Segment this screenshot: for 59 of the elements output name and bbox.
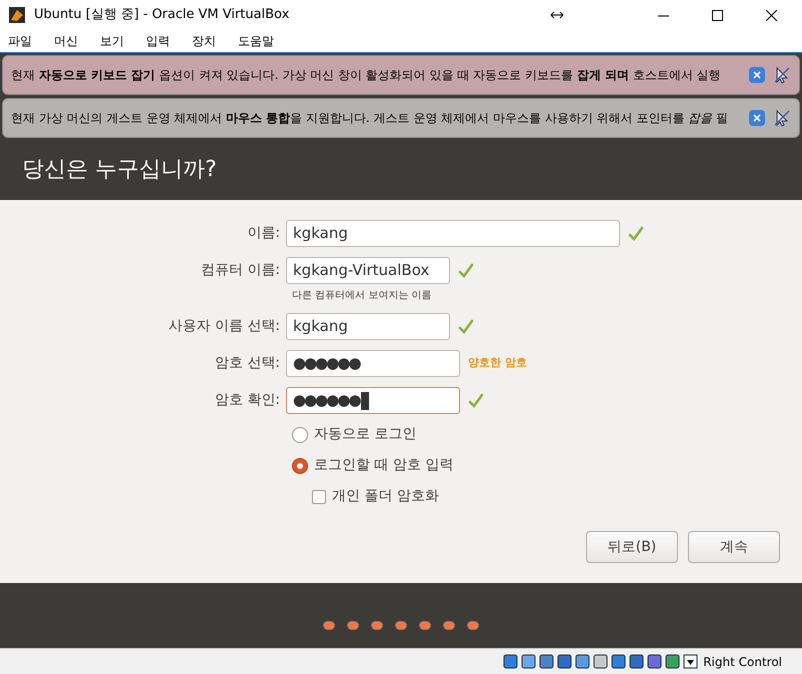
radio-option[interactable]: 자동으로 로그인 [292,424,782,445]
app-logo-icon [8,6,26,24]
mouse-pointer-icon[interactable] [773,109,791,127]
page-heading: 당신은 누구십니까? [22,156,217,184]
dialog-button[interactable]: 뒤로(B) [586,531,678,563]
device-status-icon[interactable] [521,654,536,669]
field-label: 암호 선택: [214,354,281,373]
input-field[interactable]: kgkang [286,313,450,340]
field-hint: 다른 컴퓨터에서 보여지는 이름 [292,289,433,303]
host-key-label: Right Control [703,654,782,670]
field-value: kgkang-VirtualBox [293,260,430,282]
menu-item[interactable]: 도움말 [238,32,274,50]
input-field[interactable]: ●●●●●● [286,350,460,377]
device-status-icon[interactable] [539,654,554,669]
device-status-icon[interactable] [665,654,680,669]
mouse-pointer-icon[interactable] [773,66,791,84]
password-strength: 양호한 암호 [468,355,527,372]
device-status-icon[interactable] [593,654,608,669]
field-label: 이름: [246,224,281,243]
notification-text: 현재 자동으로 키보드 잡기 옵션이 켜져 있습니다. 가상 머신 창이 활성화되어 있을 때 자동으로 키보드를 잡게 되며 호스트에서 실행 [11,67,722,84]
radio-button[interactable] [292,426,308,442]
checkmark-icon [458,262,474,278]
checkbox[interactable] [312,490,326,504]
menu-item[interactable]: 입력 [146,32,170,50]
notification-text: 현재 가상 머신의 게스트 운영 체제에서 마우스 통합을 지원합니다. 게스트 운영 체제에서 마우스를 사용하기 위해서 포인터를 잡을 필 [11,110,730,127]
resize-arrows-icon [550,10,564,20]
device-status-icon[interactable] [557,654,572,669]
checkbox-option[interactable]: 개인 폴더 암호화 [312,486,782,507]
maximize-icon [712,10,722,20]
input-field[interactable]: ●●●●●● [286,387,460,414]
field-value: ●●●●●● [293,390,360,412]
window-title: Ubuntu [실행 중] - Oracle VM VirtualBox [34,6,290,24]
close-icon [766,10,776,20]
close-icon [753,71,761,79]
field-value: kgkang [293,316,348,338]
device-status-icon[interactable] [647,654,662,669]
checkmark-icon [458,318,474,334]
checkmark-icon [628,226,644,242]
menu-item[interactable]: 보기 [100,32,124,50]
device-status-icon[interactable] [629,654,644,669]
menu-item[interactable]: 파일 [8,32,32,50]
device-status-icon[interactable] [575,654,590,669]
radio-button[interactable] [292,458,308,474]
radio-option[interactable]: 로그인할 때 암호 입력 [292,455,782,476]
field-label: 컴퓨터 이름: [200,261,281,280]
field-label: 사용자 이름 선택: [167,317,281,336]
checkmark-icon [468,392,484,408]
device-status-icon[interactable] [611,654,626,669]
field-value: kgkang [293,223,348,244]
device-status-icon[interactable] [503,654,518,669]
menu-item[interactable]: 머신 [54,32,78,50]
close-icon [753,114,761,122]
input-field[interactable]: kgkang [286,220,620,247]
text-cursor [360,392,369,410]
input-field[interactable]: kgkang-VirtualBox [286,257,450,284]
dialog-button[interactable]: 계속 [688,531,780,563]
field-value: ●●●●●● [293,353,360,374]
menu-item[interactable]: 장치 [192,32,216,50]
field-label: 암호 확인: [214,391,281,410]
